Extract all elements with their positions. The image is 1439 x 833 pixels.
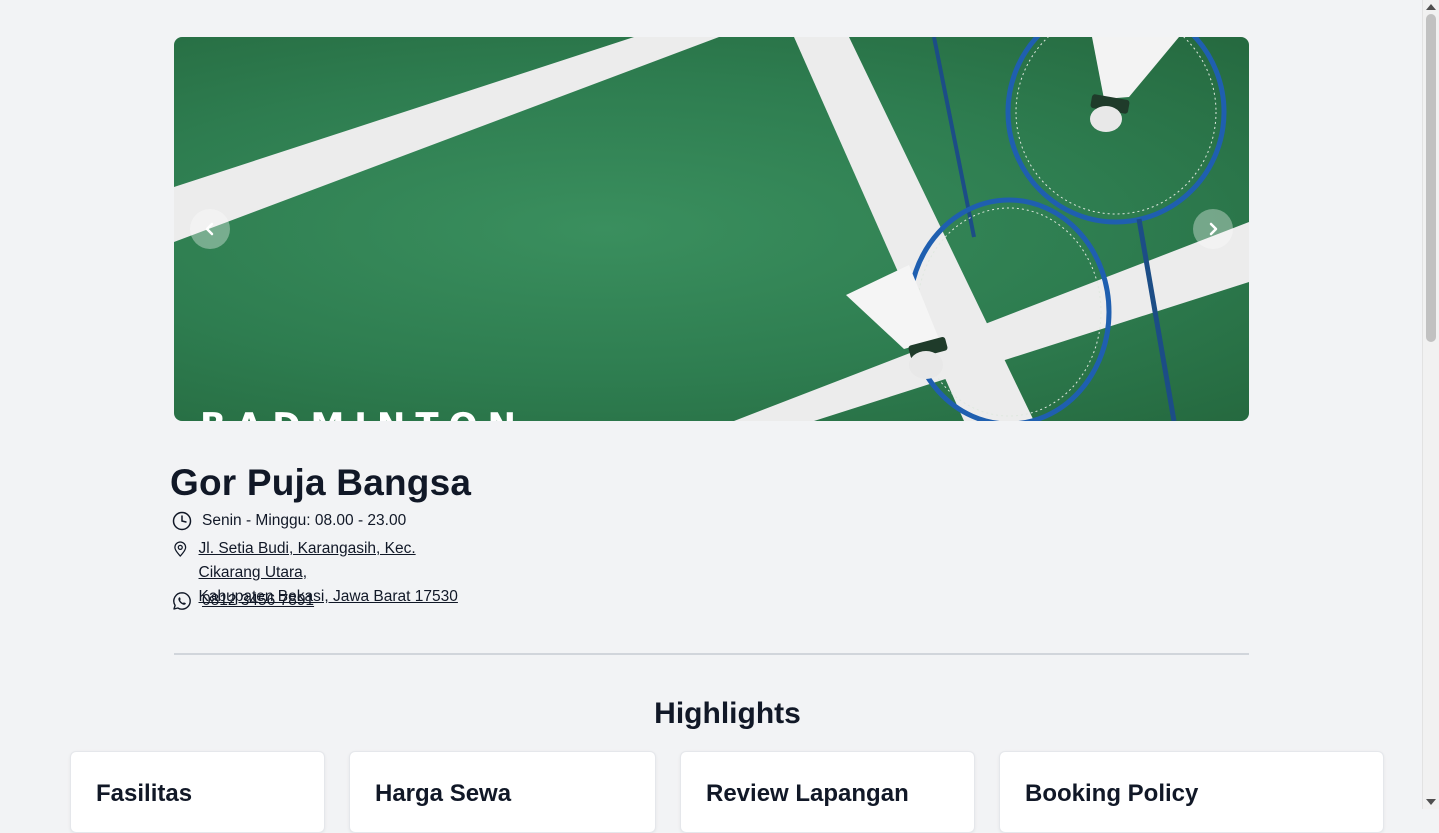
card-title: Fasilitas	[96, 780, 193, 807]
highlight-card-booking-policy[interactable]: Booking Policy	[999, 751, 1384, 833]
highlights-title: Highlights	[654, 697, 801, 730]
badminton-court-image: BADMINTON	[174, 37, 1249, 421]
scroll-up-arrow-icon[interactable]	[1426, 4, 1436, 10]
clock-icon	[172, 511, 192, 531]
image-caption: BADMINTON	[200, 406, 526, 421]
card-title: Harga Sewa	[375, 780, 512, 807]
scroll-down-arrow-icon[interactable]	[1426, 799, 1436, 805]
phone-link[interactable]: 0812 3456 7891	[202, 589, 314, 613]
map-pin-icon	[174, 541, 187, 557]
chevron-right-icon	[1209, 222, 1218, 236]
card-title: Booking Policy	[1025, 780, 1199, 807]
scrollbar-thumb[interactable]	[1426, 14, 1436, 342]
highlight-card-review-lapangan[interactable]: Review Lapangan	[680, 751, 975, 833]
carousel-prev-button[interactable]	[190, 209, 230, 249]
whatsapp-icon	[173, 592, 191, 610]
highlight-card-harga-sewa[interactable]: Harga Sewa	[349, 751, 656, 833]
highlight-card-fasilitas[interactable]: Fasilitas	[70, 751, 325, 833]
carousel-next-button[interactable]	[1193, 209, 1233, 249]
image-carousel: BADMINTON	[174, 37, 1249, 421]
venue-info: Gor Puja Bangsa Senin - Minggu: 08.00 - …	[170, 460, 472, 610]
venue-title: Gor Puja Bangsa	[170, 462, 472, 503]
page-scrollbar[interactable]	[1422, 0, 1439, 809]
card-title: Review Lapangan	[706, 780, 909, 807]
hours-text: Senin - Minggu: 08.00 - 23.00	[202, 512, 407, 529]
section-divider	[174, 653, 1249, 655]
address-line-1: Jl. Setia Budi, Karangasih, Kec. Cikaran…	[198, 540, 416, 581]
opening-hours: Senin - Minggu: 08.00 - 23.00	[172, 509, 406, 533]
chevron-left-icon	[205, 222, 214, 236]
phone: 0812 3456 7891	[172, 589, 314, 613]
